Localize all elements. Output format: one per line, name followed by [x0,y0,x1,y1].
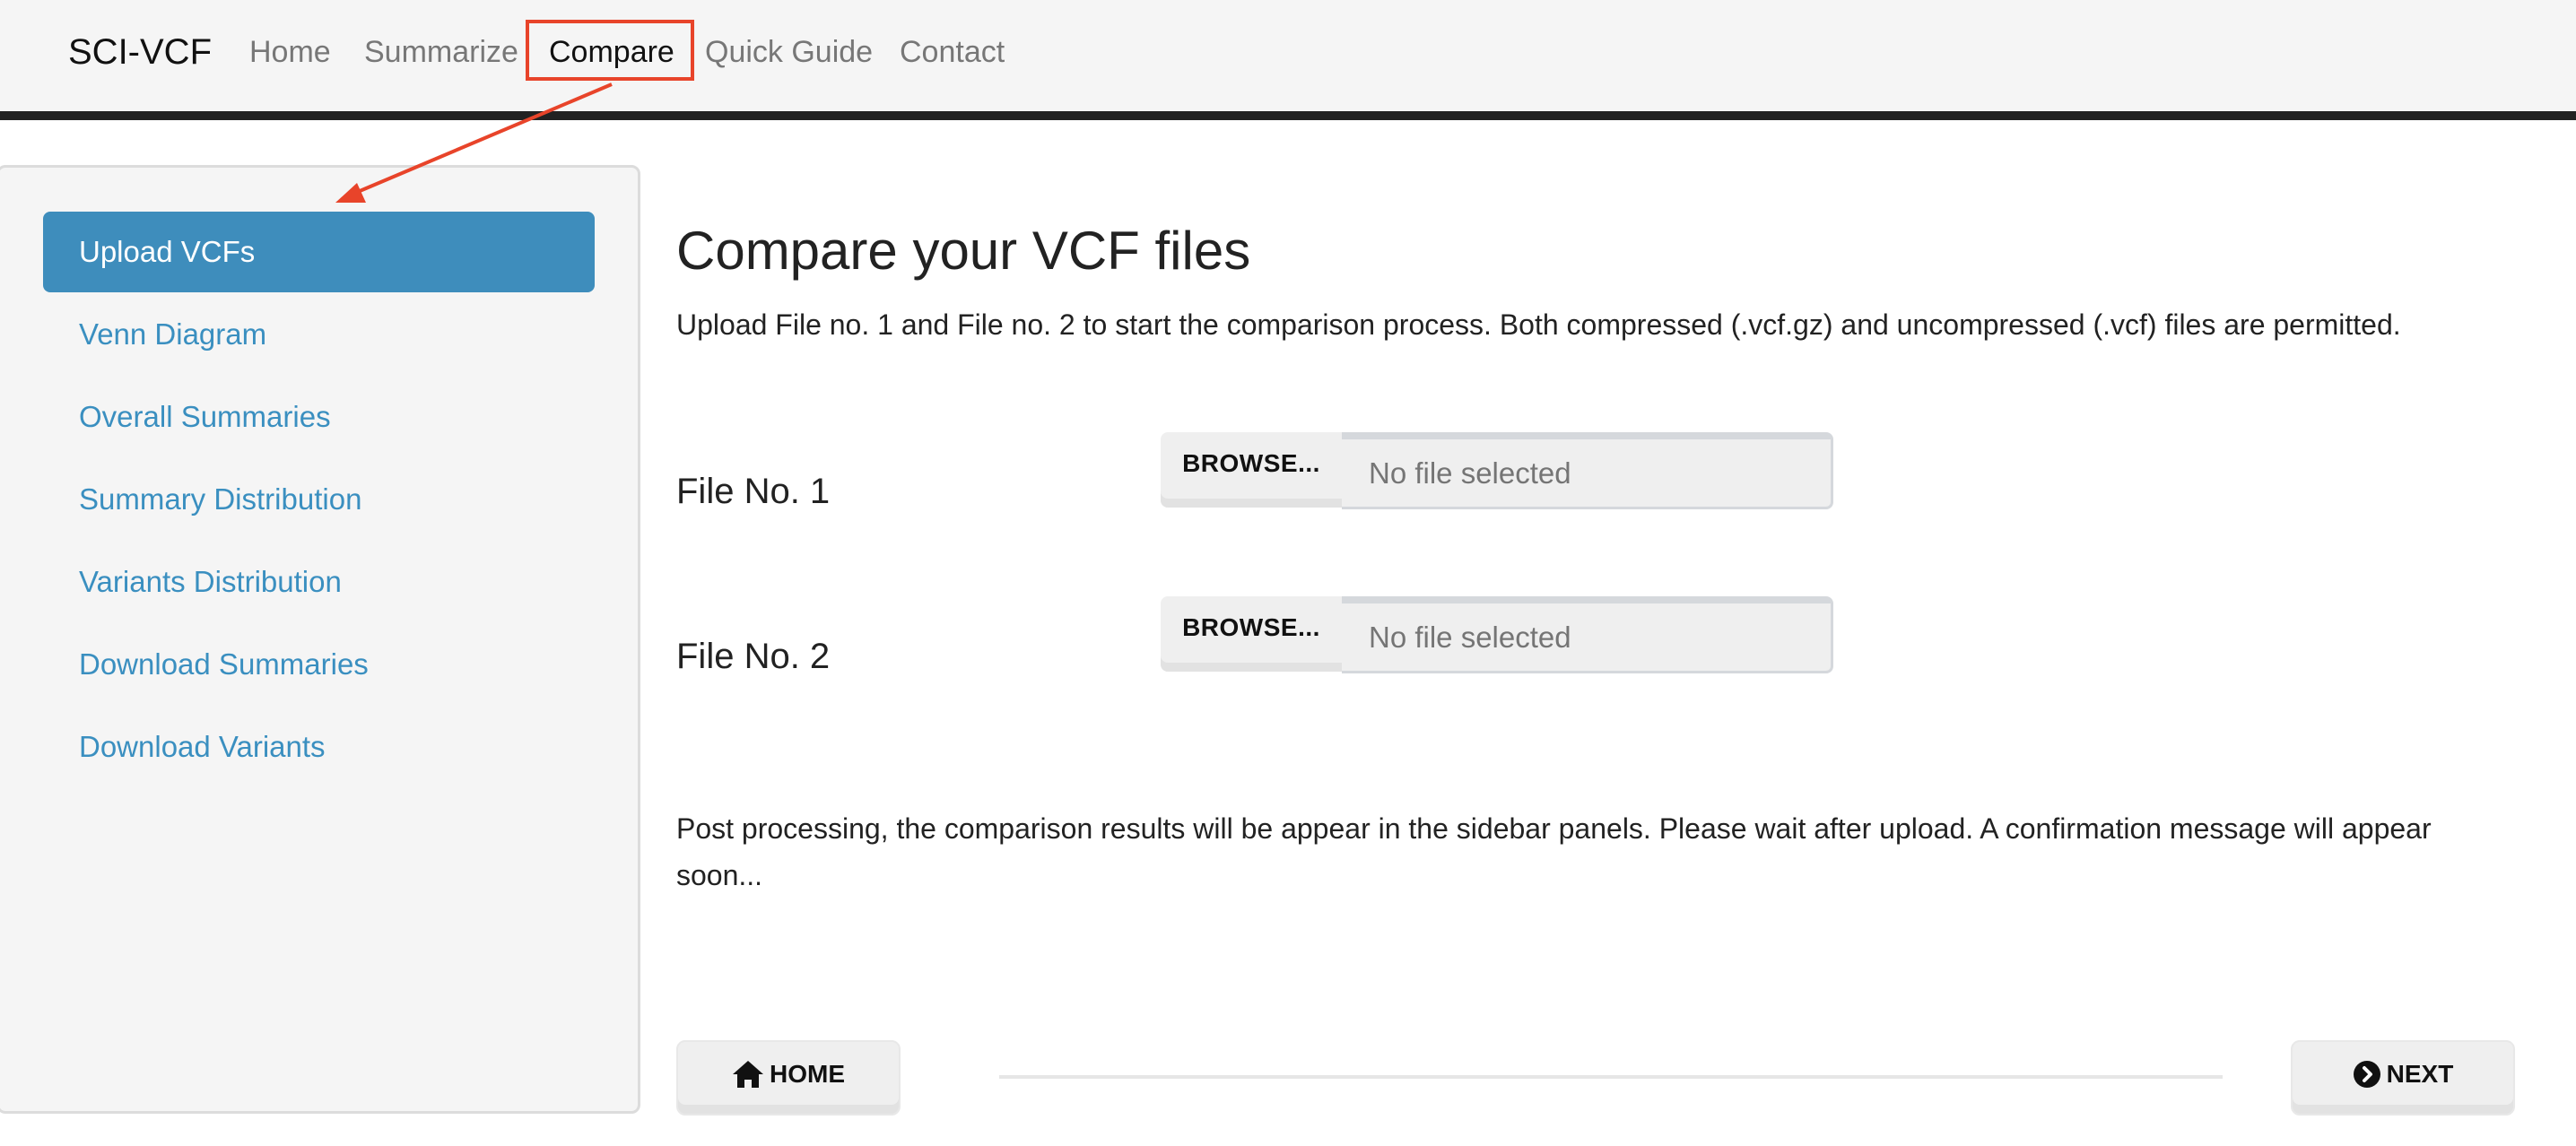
pager-divider [999,1075,2223,1079]
brand-logo[interactable]: SCI-VCF [68,27,212,77]
file-2-browse-button[interactable]: BROWSE... [1161,596,1342,672]
sidebar-item-venn-diagram[interactable]: Venn Diagram [43,294,595,375]
next-button[interactable]: NEXT [2291,1040,2515,1116]
home-button-label: HOME [770,1060,845,1088]
nav-compare[interactable]: Compare [549,27,674,77]
sidebar-item-variants-distribution[interactable]: Variants Distribution [43,542,595,622]
home-button[interactable]: HOME [676,1040,901,1116]
post-processing-note: Post processing, the comparison results … [676,812,2432,891]
nav-contact[interactable]: Contact [900,27,1005,77]
file-2-upload: BROWSE... [1161,596,1833,673]
file-1-browse-button[interactable]: BROWSE... [1161,432,1342,508]
nav-summarize[interactable]: Summarize [364,27,518,77]
chevron-circle-right-icon [2353,1061,2380,1088]
navbar: SCI-VCF Home Summarize Compare Quick Gui… [0,0,2576,111]
sidebar-item-download-variants[interactable]: Download Variants [43,707,595,787]
file-2-input[interactable] [1342,596,1833,673]
sidebar-item-overall-summaries[interactable]: Overall Summaries [43,377,595,457]
nav-quick-guide[interactable]: Quick Guide [705,27,873,77]
next-button-label: NEXT [2386,1060,2454,1088]
file-1-label: File No. 1 [676,472,831,511]
home-icon [733,1061,763,1088]
file-1-input[interactable] [1342,432,1833,509]
nav-home[interactable]: Home [249,27,331,77]
navbar-divider [0,111,2576,120]
sidebar-item-download-summaries[interactable]: Download Summaries [43,624,595,705]
sidebar-item-summary-distribution[interactable]: Summary Distribution [43,459,595,540]
file-1-upload: BROWSE... [1161,432,1833,509]
page-description: Upload File no. 1 and File no. 2 to star… [676,308,2401,341]
sidebar-item-upload-vcfs[interactable]: Upload VCFs [43,212,595,292]
page-title: Compare your VCF files [676,221,1251,281]
file-2-label: File No. 2 [676,637,831,676]
